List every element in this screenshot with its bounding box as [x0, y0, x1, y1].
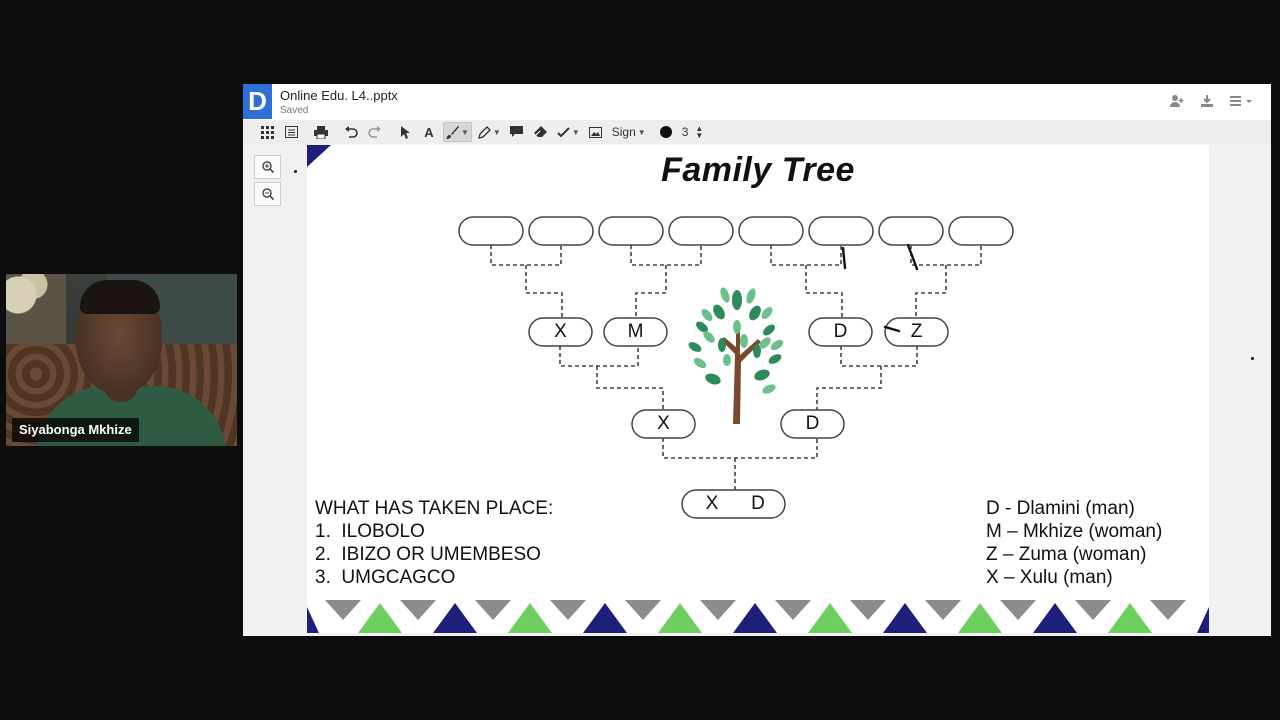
- download-icon[interactable]: [1199, 94, 1215, 108]
- print-icon: [314, 125, 328, 139]
- chevron-down-icon[interactable]: ▼: [461, 128, 469, 137]
- comment-tool-button[interactable]: [507, 122, 527, 142]
- brush-icon: [446, 125, 459, 139]
- up-down-arrows-icon: ▲ ▼: [695, 124, 704, 140]
- title-bar: D Online Edu. L4..pptx Saved: [243, 84, 1271, 120]
- document-title[interactable]: Online Edu. L4..pptx: [280, 88, 398, 103]
- gen2-label: X: [554, 321, 567, 342]
- gen1-boxes: [458, 216, 1014, 246]
- event-item: 2. IBIZO OR UMEMBESO: [315, 544, 541, 565]
- gen2-label: Z: [910, 321, 923, 342]
- slide-canvas[interactable]: Family Tree X M D Z X D X D WHAT HAS TAK…: [307, 145, 1209, 633]
- legend-item: X – Xulu (man): [986, 567, 1113, 588]
- eraser-tool-button[interactable]: [531, 122, 551, 142]
- sign-menu-button[interactable]: Sign ▼: [610, 122, 648, 142]
- color-picker-button[interactable]: [656, 122, 676, 142]
- video-background-plant: [6, 274, 66, 344]
- hamburger-icon[interactable]: [1229, 94, 1255, 108]
- tree-illustration: [688, 287, 784, 424]
- check-icon: [557, 126, 570, 137]
- top-actions: [1169, 94, 1255, 108]
- text-a-icon: A: [424, 124, 434, 140]
- participant-name: Siyabonga Mkhize: [12, 418, 139, 442]
- stray-annotation-dot: [294, 170, 297, 173]
- participant-video: Siyabonga Mkhize: [6, 274, 237, 446]
- slide-list-button[interactable]: [281, 122, 301, 142]
- gen2-label: D: [833, 321, 848, 342]
- chevron-down-icon[interactable]: ▼: [493, 128, 501, 137]
- event-item: 3. UMGCAGCO: [315, 567, 456, 588]
- stray-annotation-dot: [1251, 357, 1254, 360]
- gen4-label-left: X: [705, 493, 719, 514]
- chevron-down-icon: ▼: [637, 127, 646, 137]
- event-item: 1. ILOBOLO: [315, 521, 425, 542]
- undo-icon: [345, 125, 358, 138]
- chevron-down-icon[interactable]: ▼: [572, 128, 580, 137]
- stroke-size-stepper[interactable]: 3 ▲ ▼: [680, 122, 706, 142]
- add-person-icon[interactable]: [1169, 94, 1185, 108]
- print-button[interactable]: [311, 122, 331, 142]
- gen3-label: X: [657, 413, 670, 434]
- eraser-icon: [534, 126, 548, 137]
- checkmark-tool-button[interactable]: ▼: [555, 122, 582, 142]
- comment-icon: [510, 126, 524, 137]
- save-status: Saved: [280, 105, 309, 116]
- text-tool-button[interactable]: A: [419, 122, 439, 142]
- undo-button[interactable]: [341, 122, 361, 142]
- list-icon: [284, 126, 298, 138]
- annotation-toolbar: A ▼ ▼ ▼ Sign ▼ 3 ▲ ▼: [243, 120, 1271, 144]
- redo-button[interactable]: [365, 122, 385, 142]
- grid-icon: [260, 125, 274, 139]
- cursor-icon: [400, 125, 410, 139]
- image-tool-button[interactable]: [586, 122, 606, 142]
- grid-view-button[interactable]: [257, 122, 277, 142]
- pen-tool-button[interactable]: ▼: [443, 122, 472, 142]
- zoom-in-button[interactable]: [254, 155, 281, 179]
- zoom-out-button[interactable]: [254, 182, 281, 206]
- redo-icon: [368, 125, 381, 138]
- bottom-pattern: [307, 600, 1209, 633]
- image-icon: [589, 126, 603, 138]
- participant-hair: [80, 280, 160, 314]
- slide-title: Family Tree: [661, 151, 855, 189]
- events-list: WHAT HAS TAKEN PLACE: 1. ILOBOLO 2. IBIZ…: [315, 497, 553, 589]
- gen2-label: M: [627, 321, 644, 342]
- legend-item: M – Mkhize (woman): [986, 521, 1163, 542]
- zoom-out-icon: [261, 188, 274, 200]
- app-logo: D: [243, 84, 272, 119]
- gen4-label-right: D: [751, 493, 765, 514]
- pencil-icon: [478, 125, 491, 139]
- legend-item: D - Dlamini (man): [986, 498, 1135, 519]
- surname-legend: D - Dlamini (man) M – Mkhize (woman) Z –…: [986, 497, 1162, 589]
- document-viewer-window: D Online Edu. L4..pptx Saved A ▼ ▼ ▼ Sig…: [243, 84, 1271, 636]
- highlighter-tool-button[interactable]: ▼: [476, 122, 503, 142]
- events-heading: WHAT HAS TAKEN PLACE:: [315, 498, 554, 519]
- select-tool-button[interactable]: [395, 122, 415, 142]
- color-swatch-icon: [659, 126, 672, 138]
- gen3-label: D: [805, 413, 820, 434]
- legend-item: Z – Zuma (woman): [986, 544, 1147, 565]
- zoom-in-icon: [261, 161, 274, 173]
